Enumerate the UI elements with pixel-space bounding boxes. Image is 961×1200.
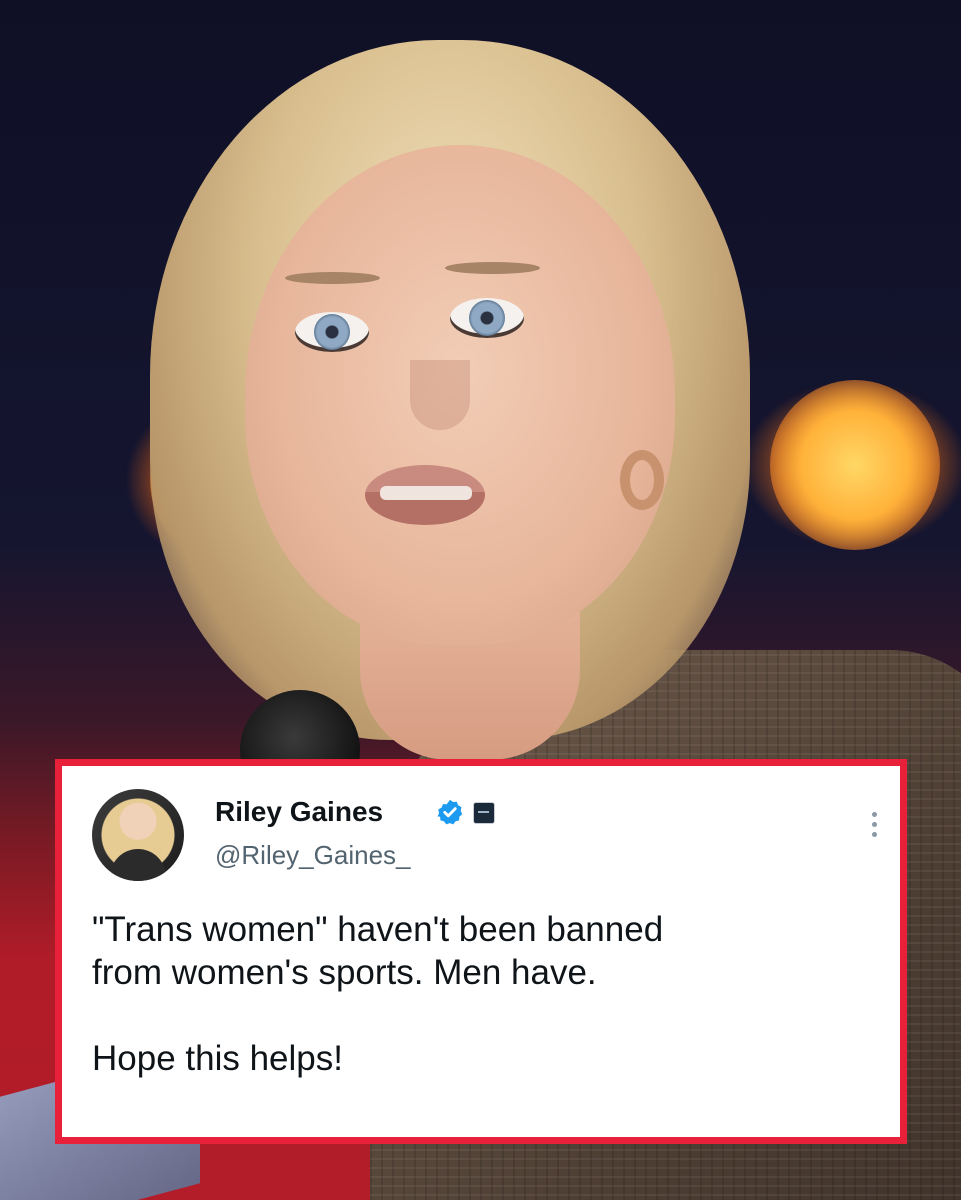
more-options-icon[interactable] xyxy=(868,812,880,852)
stage-light-right xyxy=(770,380,940,550)
tweet-text: "Trans women" haven't been banned from w… xyxy=(92,908,872,1080)
nose xyxy=(410,360,470,430)
verified-badge-icon xyxy=(437,799,463,825)
left-eye xyxy=(295,312,369,352)
right-eyebrow xyxy=(445,262,540,274)
user-handle[interactable]: @Riley_Gaines_ xyxy=(215,840,410,871)
tweet-text-line: from women's sports. Men have. xyxy=(92,953,597,992)
left-eyebrow xyxy=(285,272,380,284)
earring xyxy=(620,450,664,510)
affiliation-badge-icon[interactable] xyxy=(473,802,495,824)
teeth xyxy=(380,486,472,500)
display-name[interactable]: Riley Gaines xyxy=(215,796,383,828)
right-eye xyxy=(450,298,524,338)
tweet-text-line: Hope this helps! xyxy=(92,1039,343,1078)
tweet-card: Riley Gaines @Riley_Gaines_ "Trans women… xyxy=(55,759,907,1144)
tweet-text-line: "Trans women" haven't been banned xyxy=(92,910,664,949)
avatar[interactable] xyxy=(92,789,184,881)
